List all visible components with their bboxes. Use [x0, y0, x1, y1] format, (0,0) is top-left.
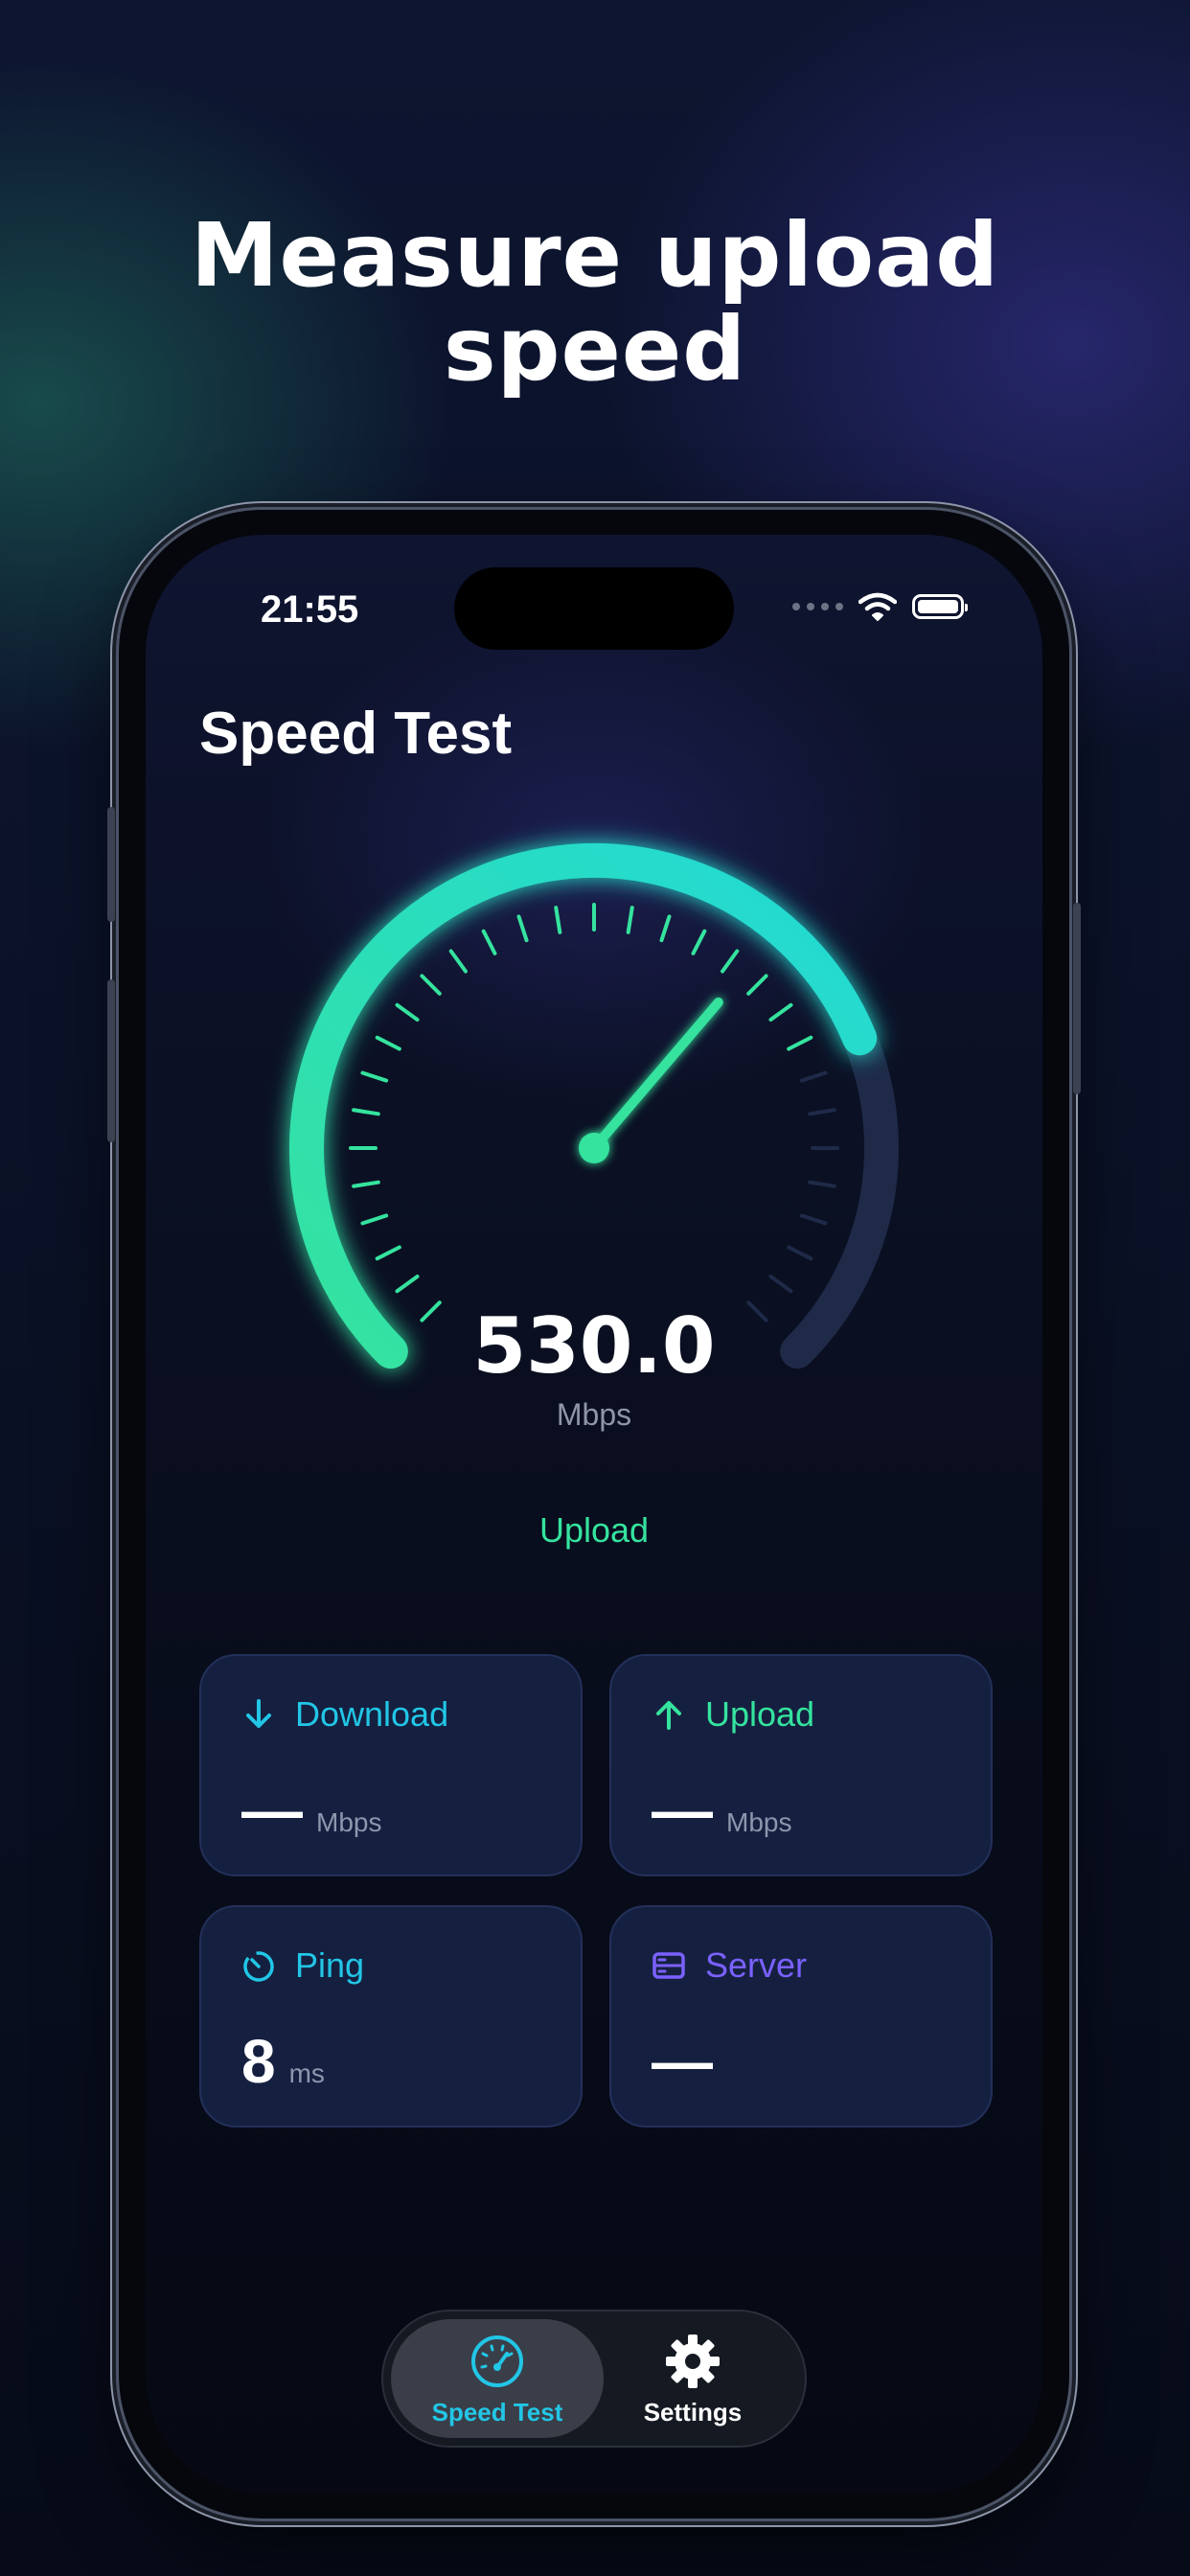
- gauge-tick: [691, 929, 707, 955]
- speed-value: 530.0: [472, 1301, 716, 1391]
- gauge-tick: [626, 906, 634, 934]
- upload-card[interactable]: Upload — Mbps: [609, 1654, 993, 1876]
- gauge-tick: [516, 914, 529, 943]
- cellular-dots-icon: [792, 603, 843, 610]
- gauge-tick: [768, 1002, 793, 1022]
- speed-unit: Mbps: [556, 1397, 632, 1432]
- gauge-tick: [481, 929, 497, 955]
- gauge-tick: [799, 1070, 828, 1083]
- gauge-tick: [554, 906, 562, 934]
- download-card-value: — Mbps: [241, 1775, 381, 1846]
- gauge-tick: [375, 1035, 401, 1051]
- gauge-tick: [787, 1245, 813, 1261]
- ping-value: 8: [241, 2027, 276, 2096]
- arrow-down-icon: [246, 1699, 271, 1728]
- upload-card-value: — Mbps: [652, 1775, 791, 1846]
- download-unit: Mbps: [316, 1807, 382, 1837]
- tab-settings[interactable]: Settings: [586, 2319, 799, 2438]
- phone-screen: 21:55 Speed Test 530.0 Mbps Upload Downl…: [146, 535, 1042, 2494]
- speedometer-icon: [471, 2335, 523, 2387]
- wifi-icon: [858, 592, 897, 621]
- gauge-tick: [375, 1245, 401, 1261]
- upload-value: —: [652, 1776, 713, 1845]
- gauge-tick: [721, 949, 740, 974]
- phone-frame: 21:55 Speed Test 530.0 Mbps Upload Downl…: [107, 510, 1081, 2518]
- tab-bar: Speed Test Settings: [381, 2310, 807, 2448]
- tab-speed-test-label: Speed Test: [431, 2398, 563, 2426]
- gauge-tick: [799, 1213, 828, 1226]
- timer-icon: [243, 1951, 274, 1982]
- gauge-tick: [395, 1002, 420, 1022]
- gauge-hub: [579, 1133, 609, 1163]
- phone-volume-button: [107, 979, 115, 1142]
- upload-unit: Mbps: [726, 1807, 792, 1837]
- gauge-needle: [589, 997, 723, 1153]
- upload-card-header: Upload: [652, 1694, 814, 1735]
- gauge-tick: [659, 914, 672, 943]
- ping-card-label: Ping: [295, 1945, 365, 1985]
- gauge-tick: [420, 974, 442, 996]
- phone-power-button: [1073, 903, 1081, 1094]
- test-mode-label: Upload: [538, 1510, 650, 1550]
- phone-side-button: [107, 807, 115, 922]
- gauge-tick: [395, 1275, 420, 1294]
- status-time: 21:55: [261, 588, 359, 631]
- download-card-label: Download: [295, 1694, 449, 1734]
- status-icons: [792, 592, 968, 621]
- battery-icon: [912, 594, 968, 619]
- arrow-up-icon: [656, 1701, 681, 1730]
- ping-card-header: Ping: [241, 1945, 364, 1986]
- gauge-tick: [808, 1180, 836, 1188]
- gauge-tick: [360, 1213, 389, 1226]
- upload-card-label: Upload: [705, 1694, 815, 1734]
- download-value: —: [241, 1776, 303, 1845]
- server-card-label: Server: [705, 1945, 808, 1985]
- gauge-ticks: [349, 903, 839, 1322]
- headline: Measure upload speed: [0, 209, 1190, 397]
- ping-card[interactable]: Ping 8 ms: [199, 1905, 583, 2128]
- page-title: Speed Test: [199, 701, 513, 767]
- gauge-tick: [746, 974, 768, 996]
- server-card-value: —: [652, 2026, 713, 2097]
- server-card-header: Server: [652, 1945, 807, 1986]
- gauge-tick: [808, 1108, 836, 1116]
- gauge-tick: [360, 1070, 389, 1083]
- server-card[interactable]: Server —: [609, 1905, 993, 2128]
- tab-settings-label: Settings: [643, 2398, 743, 2426]
- gear-icon: [666, 2334, 720, 2388]
- dynamic-island: [454, 567, 734, 650]
- gauge-tick: [768, 1275, 793, 1294]
- download-card-header: Download: [241, 1694, 448, 1735]
- server-value: —: [652, 2027, 713, 2096]
- tab-speed-test[interactable]: Speed Test: [391, 2319, 604, 2438]
- headline-line-2: speed: [443, 298, 747, 401]
- server-icon: [652, 1952, 685, 1979]
- gauge-tick: [352, 1180, 380, 1188]
- gauge-tick: [352, 1108, 380, 1116]
- ping-unit: ms: [288, 2058, 325, 2088]
- ping-card-value: 8 ms: [241, 2026, 325, 2097]
- gauge-tick: [448, 949, 468, 974]
- gauge-progress-arc: [289, 843, 878, 1369]
- download-card[interactable]: Download — Mbps: [199, 1654, 583, 1876]
- headline-line-1: Measure upload: [190, 204, 1000, 307]
- gauge-tick: [787, 1035, 813, 1051]
